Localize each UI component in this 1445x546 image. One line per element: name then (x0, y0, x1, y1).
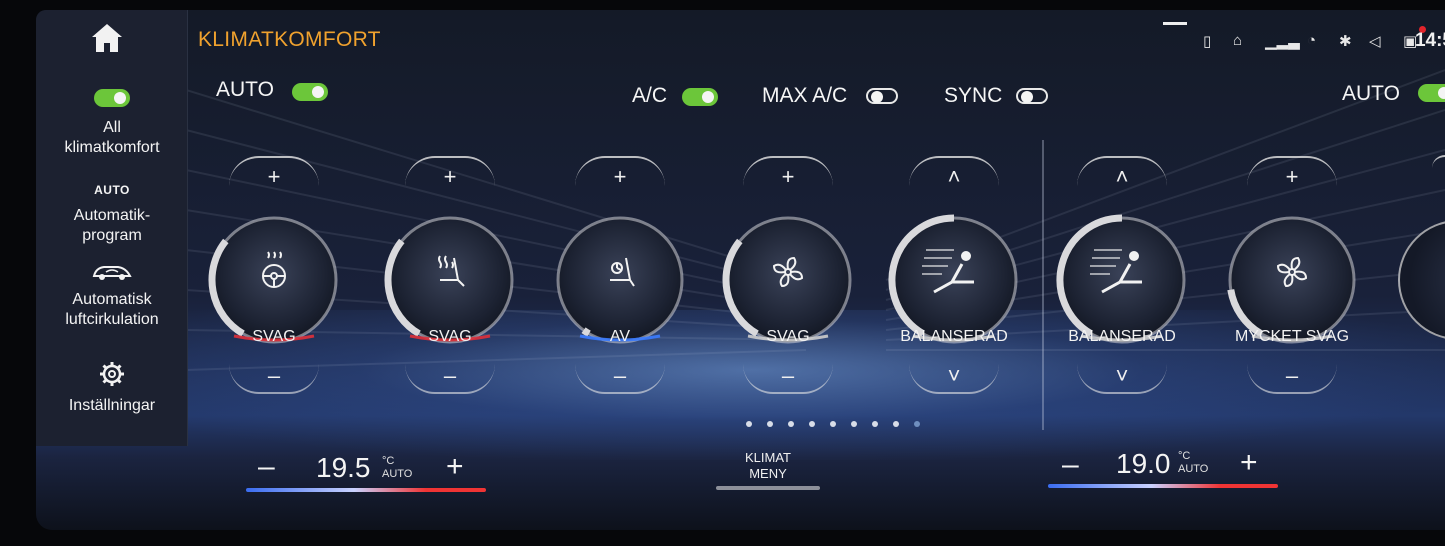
fan-left-decrease-button[interactable]: – (743, 364, 833, 394)
auto-right-toggle[interactable] (1418, 84, 1445, 102)
sidebar-item-label: Inställningar (68, 397, 156, 414)
page-dot[interactable] (830, 421, 836, 427)
page-dot[interactable] (746, 421, 752, 427)
steering-heat-increase-button[interactable]: + (229, 156, 319, 189)
seat-heat-left-increase-button[interactable]: + (405, 156, 495, 189)
sidebar: All klimatkomfort AUTO Automatik- progra… (36, 10, 188, 446)
gear-icon (100, 362, 124, 386)
all-climate-toggle[interactable] (94, 88, 130, 107)
fan-right-label: MYCKET SVAG (1234, 328, 1350, 345)
signal-strength-icon: ▁▂▃ (1265, 33, 1300, 50)
auto-left-label: AUTO (216, 78, 274, 101)
temp-left-plus-button[interactable]: + (446, 450, 464, 484)
page-dot[interactable] (809, 421, 815, 427)
partial-dial-plus[interactable] (1432, 155, 1445, 183)
page-indicator (746, 414, 935, 432)
airflow-right-decrease-button[interactable]: ˅ (1077, 364, 1167, 394)
fan-left-increase-button[interactable]: + (743, 156, 833, 189)
temp-right-unit: °C (1178, 450, 1191, 462)
seat-vent-left-label: AV (609, 328, 631, 345)
temp-right-plus-button[interactable]: + (1240, 446, 1258, 480)
bluetooth-audio-icon: ✱ (1339, 33, 1352, 50)
temp-left-mode: AUTO (382, 468, 413, 480)
steering-heat-icon (254, 252, 294, 292)
airflow-left-increase-button[interactable]: ˄ (909, 156, 999, 189)
speaker-icon: ◁ (1369, 33, 1381, 50)
page-title: KLIMATKOMFORT (198, 28, 381, 51)
rtti-icon: ⌂ (1233, 32, 1243, 49)
temp-right-minus-button[interactable]: – (1062, 448, 1079, 482)
home-icon[interactable] (90, 22, 124, 54)
temp-left-minus-button[interactable]: – (258, 450, 275, 484)
car-recirculation-icon (92, 266, 132, 280)
seat-heat-icon (430, 252, 470, 292)
temp-left-gradient-bar (246, 488, 486, 492)
steering-heat-decrease-button[interactable]: – (229, 364, 319, 394)
temp-right-gradient-bar (1048, 484, 1278, 488)
airflow-left-label: BALANSERAD (900, 328, 1008, 345)
max-ac-toggle[interactable] (866, 88, 898, 104)
sim-card-icon: ▯ (1203, 33, 1212, 50)
seat-heat-left-decrease-button[interactable]: – (405, 364, 495, 394)
temp-right-mode: AUTO (1178, 463, 1209, 475)
partial-dial[interactable] (1398, 220, 1445, 340)
airflow-right-label: BALANSERAD (1068, 328, 1176, 345)
page-dot[interactable] (767, 421, 773, 427)
temp-left-value: 19.5 (316, 452, 371, 483)
zone-divider (1042, 140, 1044, 430)
sidebar-item-label: luftcirkulation (65, 311, 159, 328)
page-dot[interactable] (893, 421, 899, 427)
sidebar-item-settings[interactable]: Inställningar (36, 360, 188, 416)
seat-vent-icon (600, 252, 640, 292)
page-dot[interactable] (788, 421, 794, 427)
sidebar-item-label: klimatkomfort (64, 139, 160, 156)
steering-heat-label: SVAG (252, 328, 296, 345)
fan-icon (768, 252, 808, 292)
temp-left-unit: °C (382, 455, 395, 467)
menu-handle (716, 486, 820, 490)
sync-toggle[interactable] (1016, 88, 1048, 104)
menu-label-line2: MENY (749, 466, 787, 481)
auto-icon: AUTO (94, 183, 130, 197)
max-ac-label: MAX A/C (762, 84, 848, 107)
connected-services-icon: ◔ (1307, 32, 1317, 49)
sidebar-item-label: Automatik- (73, 207, 151, 224)
ac-toggle[interactable] (682, 88, 718, 106)
page-dot[interactable] (914, 421, 920, 427)
auto-right-label: AUTO (1342, 82, 1400, 105)
menu-label-line1: KLIMAT (745, 450, 791, 465)
fan-right-increase-button[interactable]: + (1247, 156, 1337, 189)
airflow-right-increase-button[interactable]: ˄ (1077, 156, 1167, 189)
ac-label: A/C (632, 84, 668, 107)
sidebar-item-label: Automatisk (72, 291, 152, 308)
sync-label: SYNC (944, 84, 1003, 107)
sidebar-item-label: All (103, 119, 121, 136)
sidebar-item-automatic-program[interactable]: AUTO Automatik- program (36, 180, 188, 246)
fan-icon (1272, 252, 1312, 292)
airflow-person-icon (1102, 252, 1142, 292)
seat-heat-left-label: SVAG (428, 328, 472, 345)
sidebar-item-all-climate[interactable]: All klimatkomfort (36, 88, 188, 158)
seat-vent-left-decrease-button[interactable]: – (575, 364, 665, 394)
fan-right-decrease-button[interactable]: – (1247, 364, 1337, 394)
sidebar-item-label: program (82, 227, 142, 244)
status-bar: ▯ ⌂ ▁▂▃ ◔ ✱ ◁ ▣ 14:5 (1085, 18, 1445, 62)
fan-left-label: SVAG (766, 328, 810, 345)
climate-screen: All klimatkomfort AUTO Automatik- progra… (36, 10, 1445, 530)
page-dot[interactable] (851, 421, 857, 427)
airflow-person-icon (934, 252, 974, 292)
sidebar-item-auto-recirculation[interactable]: Automatisk luftcirkulation (36, 262, 188, 330)
clock: 14:5 (1414, 30, 1445, 51)
page-dot[interactable] (872, 421, 878, 427)
climate-menu-button[interactable]: KLIMAT MENY (726, 450, 810, 482)
seat-vent-left-increase-button[interactable]: + (575, 156, 665, 189)
notification-indicator-icon (1163, 22, 1187, 25)
airflow-left-decrease-button[interactable]: ˅ (909, 364, 999, 394)
temp-right-value: 19.0 (1116, 448, 1171, 479)
auto-left-toggle[interactable] (292, 83, 328, 101)
